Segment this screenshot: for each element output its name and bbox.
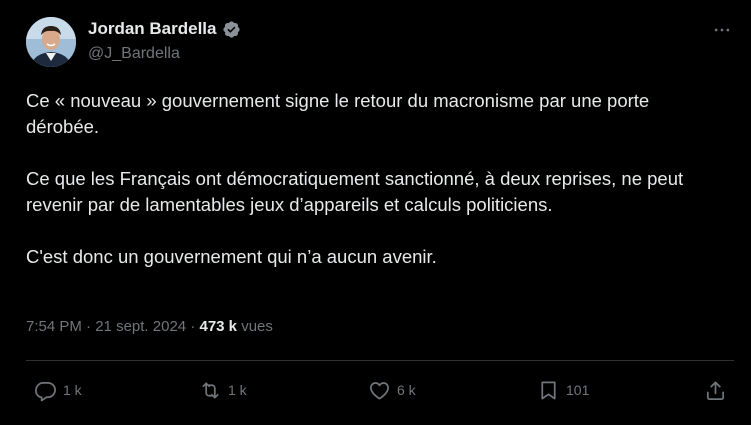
like-count: 6 k: [397, 382, 416, 398]
verified-badge-icon[interactable]: [222, 20, 241, 39]
views-count[interactable]: 473 k: [199, 318, 237, 335]
tweet-text: Ce « nouveau » gouvernement signe le ret…: [26, 88, 726, 270]
more-options-button[interactable]: [710, 20, 734, 40]
more-dots-icon: [714, 28, 730, 32]
author-name[interactable]: Jordan Bardella: [88, 19, 217, 39]
views-label: vues: [241, 318, 273, 335]
tweet-date[interactable]: 21 sept. 2024: [95, 318, 186, 335]
reply-count: 1 k: [63, 382, 82, 398]
reply-icon: [34, 379, 57, 402]
heart-icon: [368, 379, 391, 402]
meta-separator: ·: [86, 318, 92, 335]
tweet-paragraph: C'est donc un gouvernement qui n’a aucun…: [26, 246, 437, 267]
tweet-meta: 7:54 PM · 21 sept. 2024 · 473 k vues: [26, 318, 273, 335]
retweet-count: 1 k: [228, 382, 247, 398]
bookmark-count: 101: [566, 382, 590, 398]
retweet-icon: [199, 379, 222, 402]
reply-button[interactable]: 1 k: [34, 372, 82, 408]
retweet-button[interactable]: 1 k: [199, 372, 247, 408]
tweet-time[interactable]: 7:54 PM: [26, 318, 82, 335]
author-name-row[interactable]: Jordan Bardella: [88, 19, 241, 39]
action-bar: 1 k 1 k 6 k 101: [26, 372, 734, 408]
avatar-photo: [26, 17, 76, 67]
tweet-card: Jordan Bardella @J_Bardella Ce « nouveau…: [0, 0, 751, 425]
meta-separator: ·: [190, 318, 196, 335]
tweet-paragraph: Ce « nouveau » gouvernement signe le ret…: [26, 90, 650, 137]
divider: [26, 360, 734, 361]
share-icon: [704, 379, 727, 402]
bookmark-button[interactable]: 101: [537, 372, 589, 408]
author-handle[interactable]: @J_Bardella: [88, 45, 180, 63]
tweet-paragraph: Ce que les Français ont démocratiquement…: [26, 168, 684, 215]
bookmark-icon: [537, 379, 560, 402]
avatar[interactable]: [26, 17, 76, 67]
share-button[interactable]: [704, 372, 727, 408]
like-button[interactable]: 6 k: [368, 372, 416, 408]
